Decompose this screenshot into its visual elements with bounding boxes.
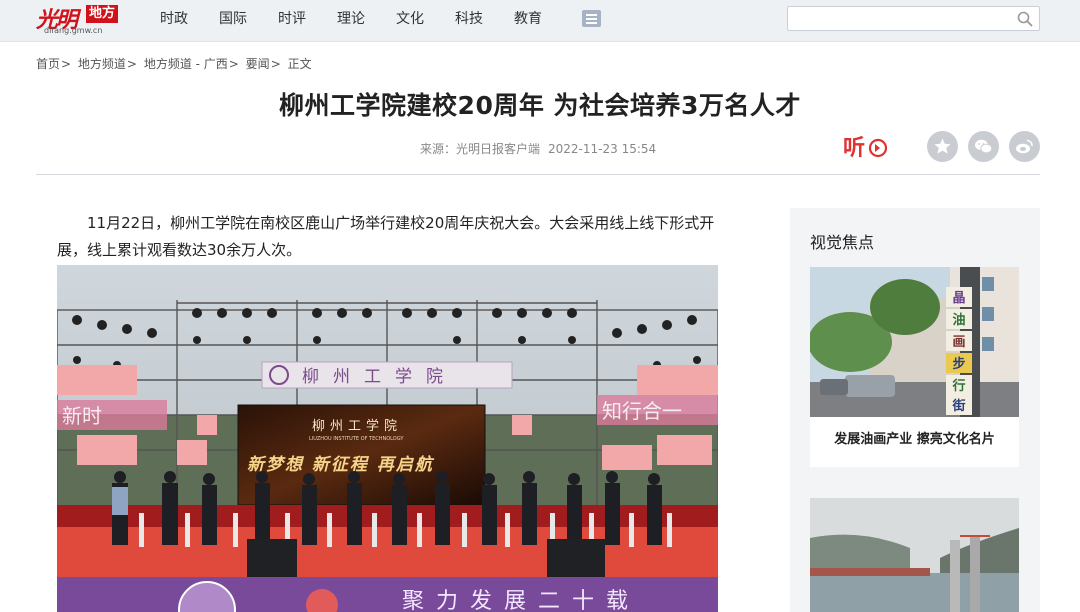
- sidebar-title: 视觉焦点: [810, 233, 875, 252]
- search-input[interactable]: [794, 9, 1014, 28]
- nav-item-commentary[interactable]: 时评: [278, 8, 306, 28]
- sign-char-3: 画: [952, 335, 965, 350]
- sign-char-1: 晶: [952, 291, 965, 306]
- nav-item-culture[interactable]: 文化: [396, 8, 424, 28]
- sidebar-visual-focus: 视觉焦点 晶 油 画 步 行 街 发展油画产业 擦亮文化名片: [790, 208, 1040, 612]
- breadcrumb: 首页> 地方频道> 地方频道 - 广西> 要闻> 正文: [36, 57, 312, 71]
- breadcrumb-guangxi[interactable]: 地方频道 - 广西: [144, 57, 228, 71]
- menu-icon[interactable]: [582, 10, 601, 27]
- star-icon: [934, 138, 951, 154]
- article-date: 2022-11-23 15:54: [548, 142, 657, 156]
- photo-screen-school: 柳州工学院: [312, 418, 402, 434]
- sign-char-4: 步: [952, 356, 965, 372]
- search-box: [787, 6, 1040, 31]
- wechat-share-button[interactable]: [968, 131, 999, 162]
- nav-item-international[interactable]: 国际: [219, 8, 247, 28]
- breadcrumb-local-channel[interactable]: 地方频道: [78, 57, 126, 71]
- ceremony-photo: 柳州工学院 新时 知行合一 柳州工学院 LIUZHOU INSTITUTE OF…: [57, 265, 718, 612]
- photo-side-right: 知行合一: [602, 399, 682, 423]
- wechat-icon: [975, 139, 993, 154]
- svg-text:听: 听: [843, 136, 865, 161]
- breadcrumb-news[interactable]: 要闻: [246, 57, 270, 71]
- main-nav: 时政 国际 时评 理论 文化 科技 教育: [160, 0, 573, 36]
- sign-char-5: 行: [951, 378, 965, 394]
- photo-screen-slogan: 新梦想 新征程 再启航: [247, 455, 435, 475]
- photo-side-left: 新时: [62, 404, 102, 428]
- weibo-icon: [1016, 139, 1033, 154]
- article-meta: 来源：光明日报客户端 2022-11-23 15:54: [420, 140, 656, 157]
- breadcrumb-current: 正文: [287, 57, 312, 71]
- listen-icon[interactable]: 听: [843, 131, 891, 163]
- logo-channel: 地方: [86, 5, 119, 23]
- article-source: 来源：光明日报客户端: [420, 142, 541, 156]
- header-divider: [36, 174, 1040, 175]
- photo-bottom-banner: 聚力发展二十载: [402, 589, 640, 612]
- article-paragraph: 11月22日，柳州工学院在南校区鹿山广场举行建校20周年庆祝大会。大会采用线上线…: [57, 214, 715, 259]
- sidebar-card-image: 晶 油 画 步 行 街: [808, 267, 1019, 417]
- logo-url: difang.gmw.cn: [44, 26, 103, 35]
- nav-item-technology[interactable]: 科技: [455, 8, 483, 28]
- weibo-share-button[interactable]: [1009, 131, 1040, 162]
- sidebar-card[interactable]: [810, 498, 1019, 612]
- sidebar-card-caption[interactable]: 发展油画产业 擦亮文化名片: [810, 428, 1019, 447]
- nav-item-education[interactable]: 教育: [514, 8, 542, 28]
- sign-char-2: 油: [952, 312, 965, 328]
- nav-item-politics[interactable]: 时政: [160, 8, 188, 28]
- photo-screen-english: LIUZHOU INSTITUTE OF TECHNOLOGY: [309, 436, 404, 442]
- favorite-button[interactable]: [927, 131, 958, 162]
- top-nav-bar: 光明 地方 difang.gmw.cn 时政 国际 时评 理论 文化 科技 教育: [0, 0, 1080, 42]
- photo-sign-text: 柳州工学院: [302, 367, 457, 387]
- sign-char-6: 街: [951, 398, 965, 414]
- sidebar-card[interactable]: 晶 油 画 步 行 街 发展油画产业 擦亮文化名片: [808, 267, 1019, 467]
- site-logo[interactable]: 光明 地方 difang.gmw.cn: [36, 2, 126, 40]
- search-icon[interactable]: [1017, 11, 1033, 27]
- nav-item-theory[interactable]: 理论: [337, 8, 365, 28]
- article-title: 柳州工学院建校20周年 为社会培养3万名人才: [279, 91, 801, 120]
- breadcrumb-home[interactable]: 首页: [36, 57, 60, 71]
- sidebar-card-image: [810, 498, 1019, 612]
- article-photo[interactable]: 柳州工学院 新时 知行合一 柳州工学院 LIUZHOU INSTITUTE OF…: [57, 265, 718, 612]
